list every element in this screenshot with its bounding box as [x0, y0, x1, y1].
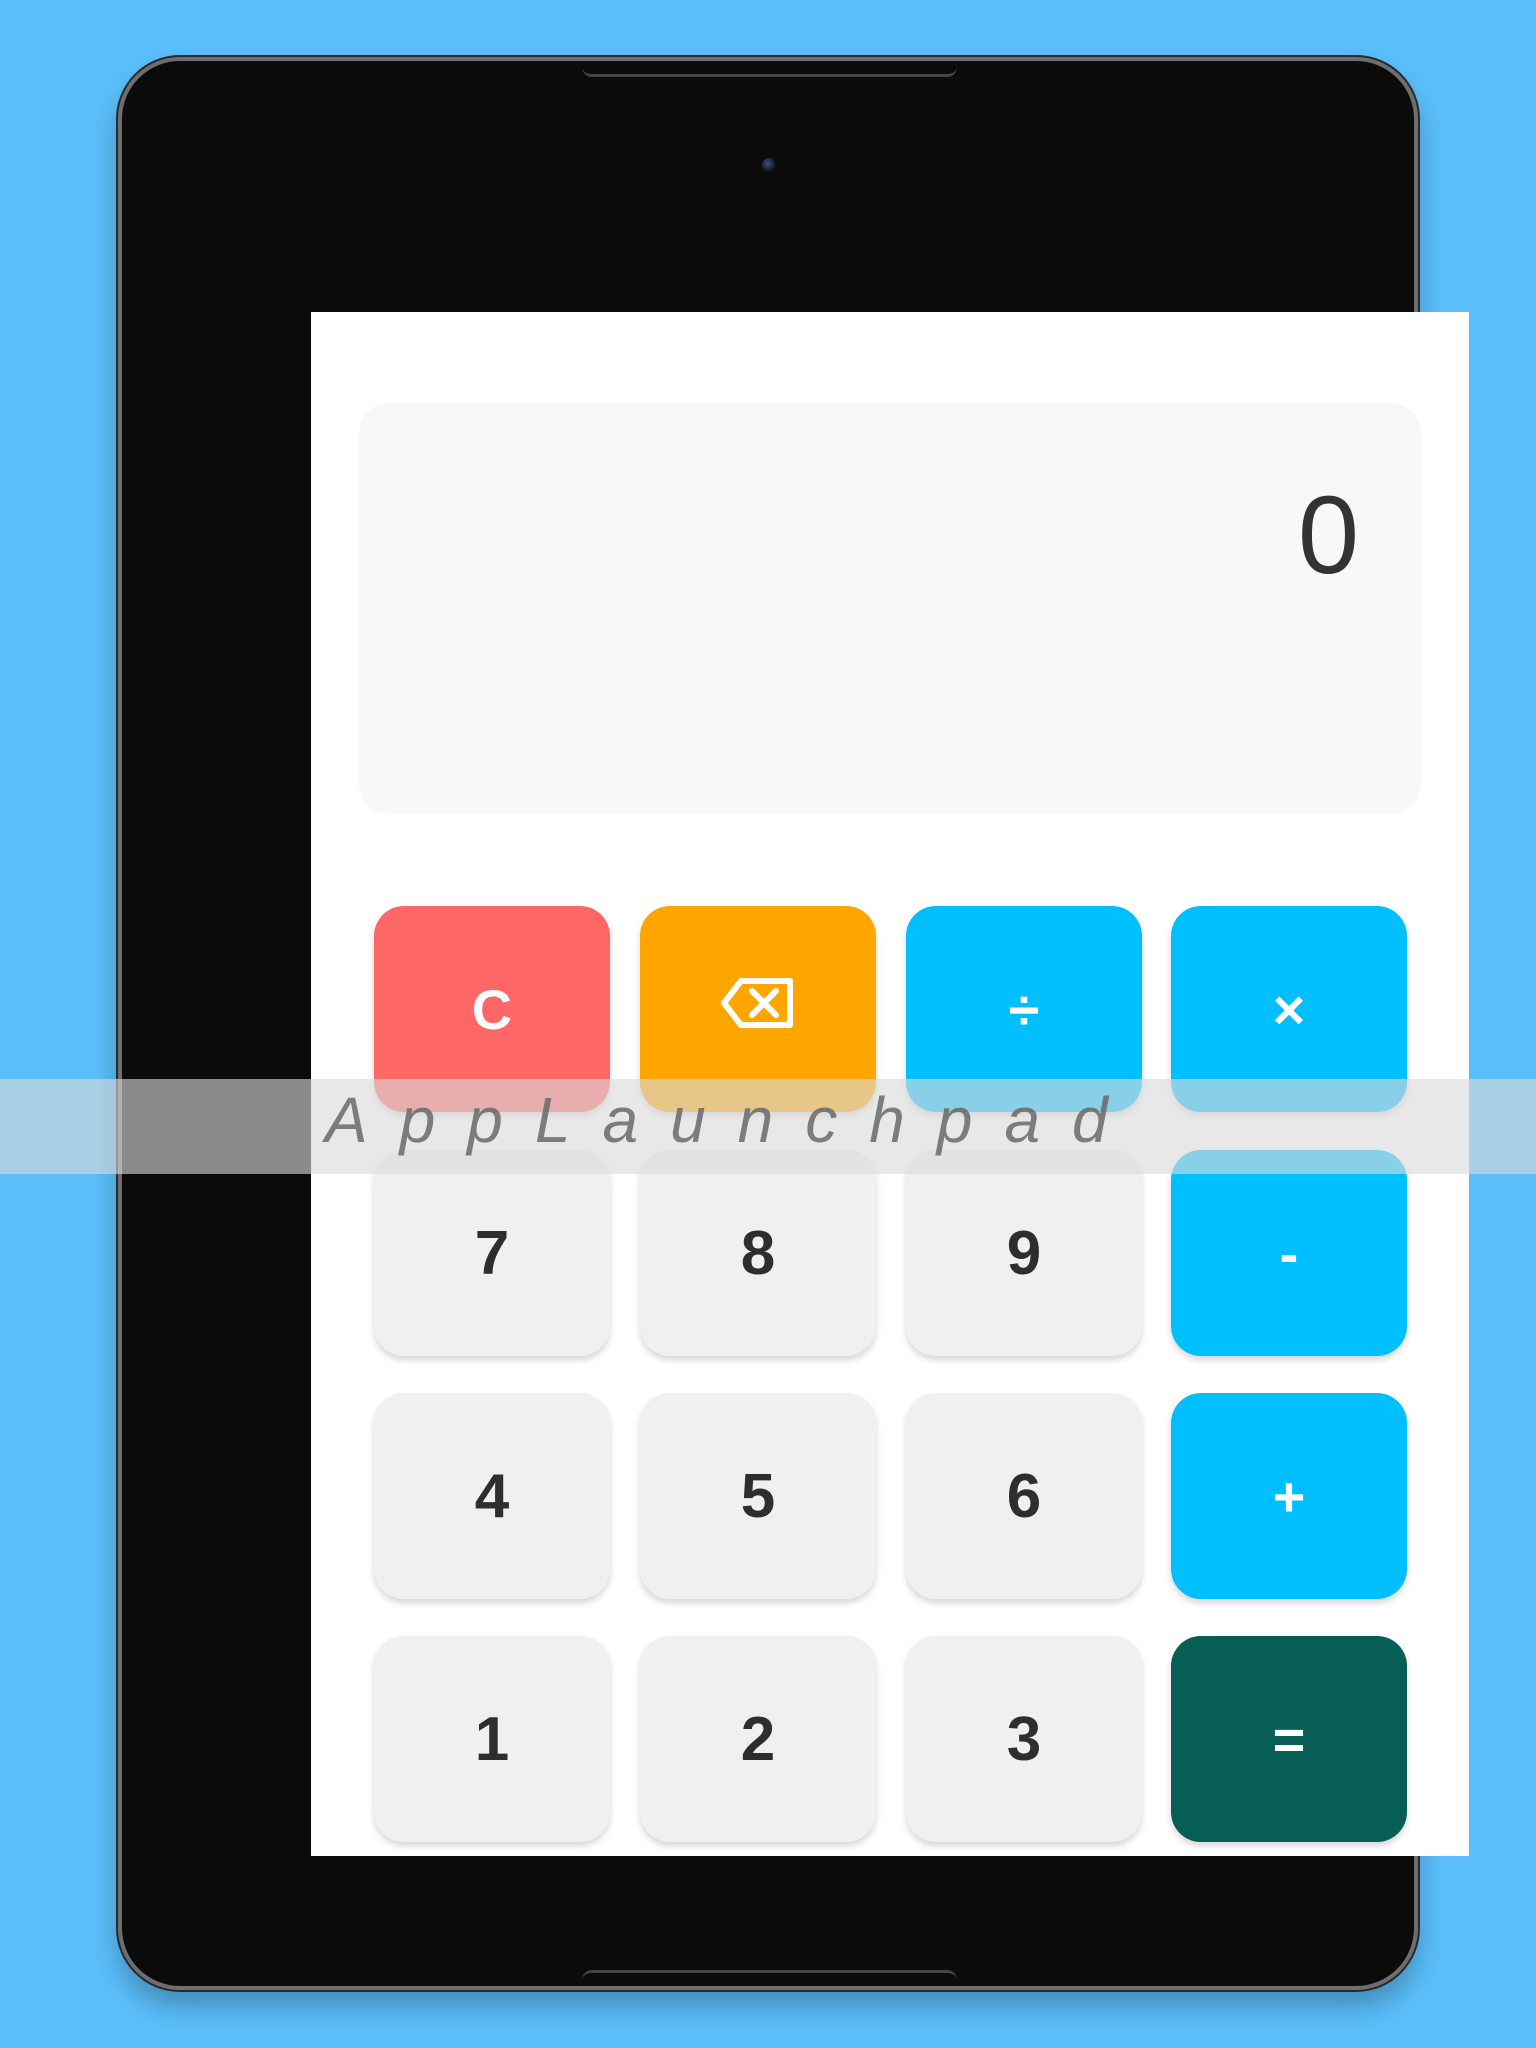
subtract-button[interactable]: -	[1171, 1150, 1407, 1356]
top-notch	[582, 58, 957, 77]
digit-7-button[interactable]: 7	[374, 1150, 610, 1356]
tablet-frame: 0 C ÷ × 7 8 9 - 4 5 6 + 1 2 3 =	[118, 57, 1469, 1990]
digit-4-button[interactable]: 4	[374, 1393, 610, 1599]
add-button[interactable]: +	[1171, 1393, 1407, 1599]
result-display: 0	[359, 403, 1421, 814]
watermark-banner: AppLaunchpad	[0, 1079, 1536, 1174]
equals-button[interactable]: =	[1171, 1636, 1407, 1842]
watermark-text: AppLaunchpad	[325, 1084, 1140, 1156]
digit-3-button[interactable]: 3	[906, 1636, 1142, 1842]
digit-9-button[interactable]: 9	[906, 1150, 1142, 1356]
digit-2-button[interactable]: 2	[640, 1636, 876, 1842]
backspace-icon	[720, 977, 796, 1042]
bottom-notch	[582, 1970, 957, 1989]
digit-1-button[interactable]: 1	[374, 1636, 610, 1842]
digit-6-button[interactable]: 6	[906, 1393, 1142, 1599]
digit-8-button[interactable]: 8	[640, 1150, 876, 1356]
display-value: 0	[1297, 474, 1359, 597]
digit-5-button[interactable]: 5	[640, 1393, 876, 1599]
front-camera	[762, 158, 776, 172]
